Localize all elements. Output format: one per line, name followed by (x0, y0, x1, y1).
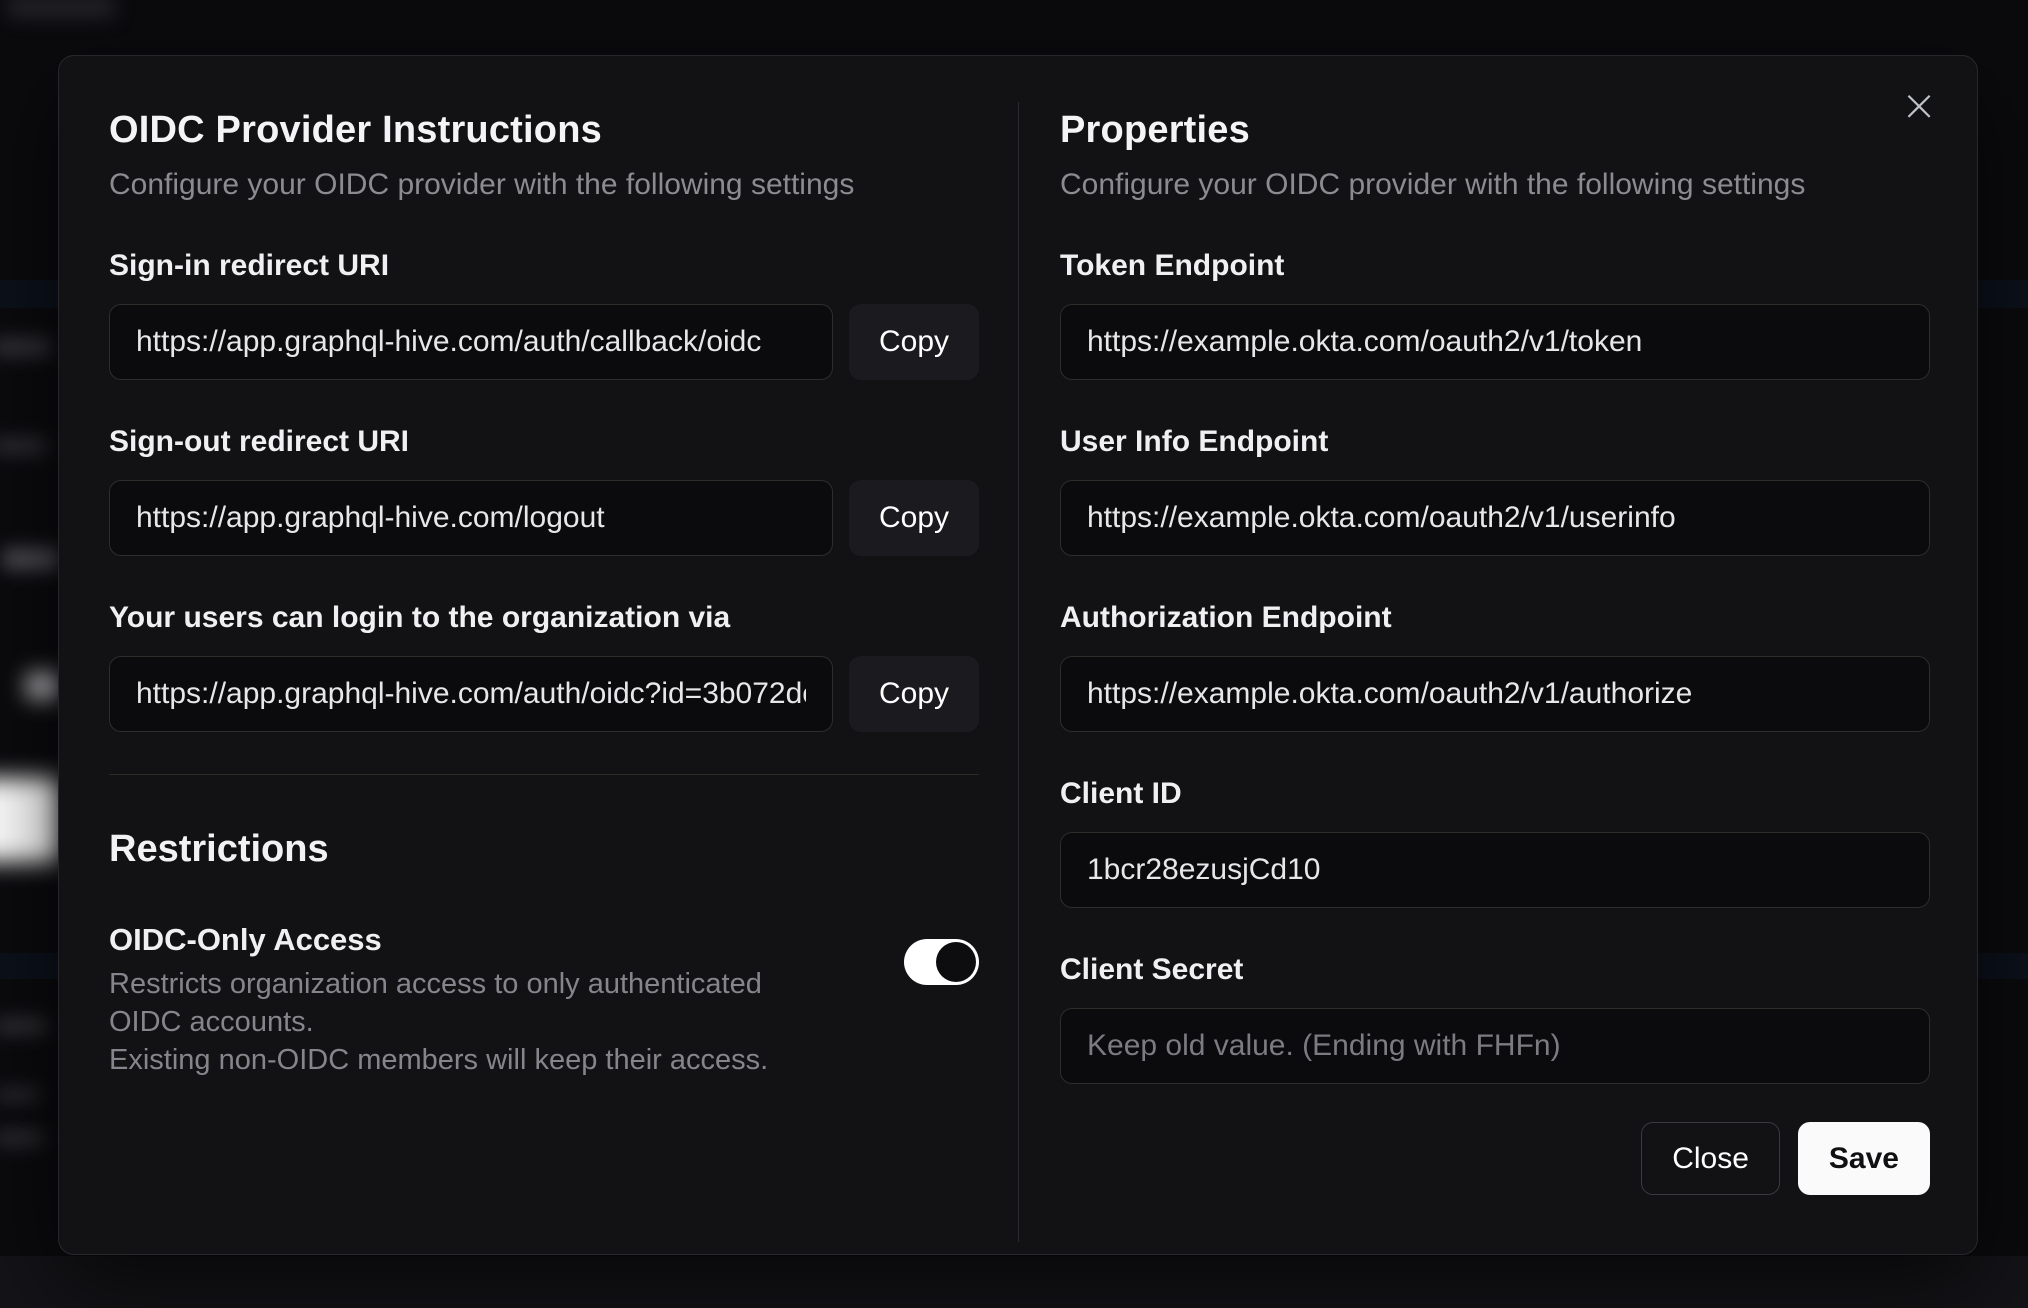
authorization-endpoint-input[interactable] (1060, 656, 1930, 732)
background-blurred-text (0, 338, 52, 356)
dialog-actions: Close Save (1060, 1122, 1930, 1195)
signout-redirect-input[interactable] (109, 480, 833, 556)
authorization-endpoint-field: Authorization Endpoint (1060, 600, 1930, 732)
background-blurred-element (26, 672, 60, 700)
restrictions-title: Restrictions (109, 828, 329, 870)
userinfo-endpoint-label: User Info Endpoint (1060, 425, 1329, 458)
login-url-field: Your users can login to the organization… (109, 600, 979, 732)
signin-redirect-label: Sign-in redirect URI (109, 249, 390, 282)
token-endpoint-input[interactable] (1060, 304, 1930, 380)
background-blurred-text (0, 1130, 44, 1146)
signout-redirect-label: Sign-out redirect URI (109, 425, 410, 458)
signin-redirect-input[interactable] (109, 304, 833, 380)
userinfo-endpoint-field: User Info Endpoint (1060, 424, 1930, 556)
token-endpoint-field: Token Endpoint (1060, 248, 1930, 380)
client-secret-field: Client Secret (1060, 952, 1930, 1084)
background-bottom-strip (0, 1256, 2028, 1308)
background-blurred-text (0, 1018, 48, 1034)
toggle-thumb (936, 942, 976, 982)
restrictions-divider (109, 774, 979, 775)
client-secret-label: Client Secret (1060, 953, 1244, 986)
background-blurred-text (2, 548, 60, 570)
client-secret-input[interactable] (1060, 1008, 1930, 1084)
instructions-title: OIDC Provider Instructions (109, 109, 602, 151)
oidc-only-access-row: OIDC-Only Access Restricts organization … (109, 921, 979, 1079)
close-button[interactable]: Close (1641, 1122, 1780, 1195)
signout-redirect-field: Sign-out redirect URI Copy (109, 424, 979, 556)
background-blurred-text (0, 1088, 40, 1102)
oidc-only-access-toggle[interactable] (904, 939, 979, 985)
instructions-subtitle: Configure your OIDC provider with the fo… (109, 168, 855, 201)
column-divider (1018, 102, 1019, 1242)
client-id-input[interactable] (1060, 832, 1930, 908)
properties-column: Properties Configure your OIDC provider … (1060, 106, 1930, 1195)
oidc-only-access-label: OIDC-Only Access (109, 922, 382, 957)
properties-title: Properties (1060, 109, 1250, 151)
userinfo-endpoint-input[interactable] (1060, 480, 1930, 556)
background-blurred-element (6, 0, 116, 18)
client-id-field: Client ID (1060, 776, 1930, 908)
copy-signin-button[interactable]: Copy (849, 304, 979, 380)
instructions-column: OIDC Provider Instructions Configure you… (109, 106, 979, 1079)
signin-redirect-field: Sign-in redirect URI Copy (109, 248, 979, 380)
background-blurred-button (0, 778, 60, 862)
save-button[interactable]: Save (1797, 1122, 1930, 1195)
authorization-endpoint-label: Authorization Endpoint (1060, 601, 1392, 634)
background-blurred-text (0, 438, 48, 454)
oidc-only-access-description: Restricts organization access to only au… (109, 965, 833, 1079)
description-line: Restricts organization access to only au… (109, 968, 762, 1038)
description-line: Existing non-OIDC members will keep thei… (109, 1044, 769, 1076)
login-url-label: Your users can login to the organization… (109, 601, 731, 634)
properties-subtitle: Configure your OIDC provider with the fo… (1060, 168, 1806, 201)
token-endpoint-label: Token Endpoint (1060, 249, 1285, 282)
client-id-label: Client ID (1060, 777, 1182, 810)
copy-signout-button[interactable]: Copy (849, 480, 979, 556)
oidc-provider-dialog: × OIDC Provider Instructions Configure y… (58, 55, 1978, 1255)
copy-login-url-button[interactable]: Copy (849, 656, 979, 732)
login-url-input[interactable] (109, 656, 833, 732)
